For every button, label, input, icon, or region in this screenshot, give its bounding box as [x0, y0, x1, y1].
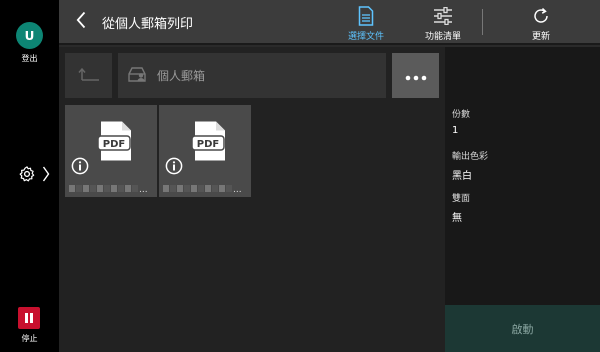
mailbox-user-icon: [127, 65, 147, 87]
file-tile[interactable]: PDF ...: [159, 105, 251, 197]
top-bar: 從個人郵箱列印 選擇文件 功能清單 更新: [59, 0, 600, 45]
pdf-type-label: PDF: [103, 139, 125, 150]
chevron-left-icon: [76, 11, 86, 33]
function-list-label: 功能清單: [424, 32, 461, 42]
setting-output-color[interactable]: 輸出色彩 黑白: [452, 149, 488, 182]
mailbox-label: 個人郵箱: [157, 69, 206, 83]
start-button[interactable]: 啟動: [445, 305, 600, 352]
select-document-button[interactable]: 選擇文件: [341, 0, 391, 45]
more-options-button[interactable]: [392, 53, 439, 98]
file-name-redacted: ...: [163, 185, 242, 195]
file-tile[interactable]: PDF ...: [65, 105, 157, 197]
device-settings-button[interactable]: [18, 164, 56, 188]
setting-value: 1: [452, 125, 459, 136]
refresh-icon: [532, 6, 550, 26]
setting-key: 輸出色彩: [452, 152, 489, 162]
print-settings-panel: 份數 1 輸出色彩 黑白 雙面 無: [445, 47, 600, 305]
back-button[interactable]: [71, 11, 91, 33]
pdf-file-icon: PDF: [97, 120, 134, 166]
setting-value: 黑白: [452, 171, 472, 182]
sliders-icon: [433, 6, 453, 26]
pause-icon: [23, 309, 35, 328]
up-arrow-icon: [77, 66, 100, 85]
select-document-label: 選擇文件: [347, 32, 384, 42]
setting-key: 雙面: [452, 194, 471, 204]
chevron-right-icon: [42, 165, 50, 187]
setting-value: 無: [452, 213, 462, 224]
page-title: 從個人郵箱列印: [102, 17, 194, 32]
pdf-type-label: PDF: [197, 139, 219, 150]
user-avatar[interactable]: U: [16, 22, 43, 49]
stop-button[interactable]: [18, 307, 40, 329]
file-name-redacted: ...: [69, 185, 148, 195]
setting-duplex[interactable]: 雙面 無: [452, 191, 470, 224]
logout-label[interactable]: 登出: [0, 53, 59, 64]
function-list-button[interactable]: 功能清單: [415, 0, 471, 45]
mailbox-path: 個人郵箱: [118, 53, 386, 98]
info-icon[interactable]: [165, 157, 183, 179]
ellipsis-icon: [405, 66, 427, 85]
document-icon: [358, 6, 374, 26]
refresh-label: 更新: [531, 32, 550, 42]
file-browser: 個人郵箱 PDF ... PDF ...: [59, 47, 445, 352]
pdf-file-icon: PDF: [191, 120, 228, 166]
stop-label: 停止: [21, 334, 38, 343]
refresh-button[interactable]: 更新: [519, 0, 563, 45]
gear-icon: [18, 165, 36, 187]
info-icon[interactable]: [71, 157, 89, 179]
left-rail: U 登出 停止: [0, 0, 59, 352]
setting-key: 份數: [452, 110, 471, 120]
parent-folder-button[interactable]: [65, 53, 112, 98]
setting-copies[interactable]: 份數 1: [452, 107, 470, 136]
toolbar-divider: [482, 9, 483, 35]
